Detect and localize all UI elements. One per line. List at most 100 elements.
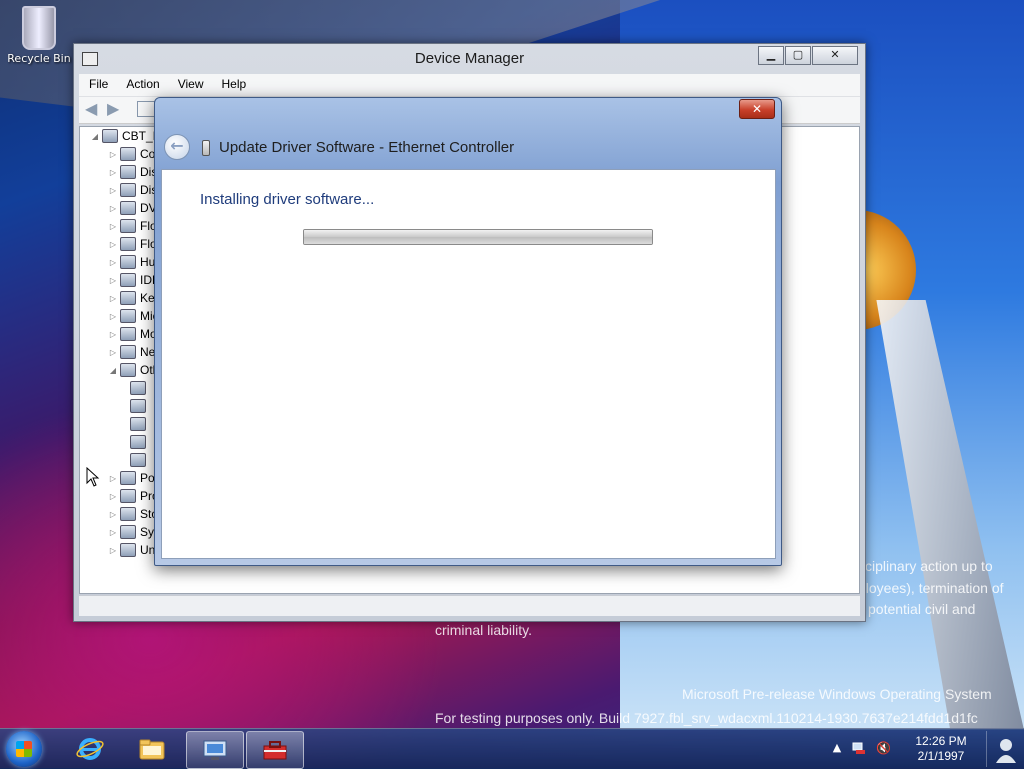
back-button[interactable]: ← xyxy=(164,134,190,160)
device-category-icon xyxy=(120,327,136,341)
tree-item[interactable]: ▷ Sys xyxy=(108,523,160,541)
menu-view[interactable]: View xyxy=(168,74,212,91)
clock[interactable]: 12:26 PM 2/1/1997 xyxy=(901,734,981,764)
status-bar xyxy=(79,595,860,616)
tree-item[interactable]: ▷ Key xyxy=(108,289,161,307)
tree-item[interactable]: ▷ Uni xyxy=(108,541,158,559)
recycle-bin-shortcut[interactable]: Recycle Bin xyxy=(6,6,72,65)
recycle-bin-label: Recycle Bin xyxy=(7,52,71,65)
unknown-device-icon xyxy=(130,399,146,413)
maximize-button[interactable]: ▢ xyxy=(785,46,811,65)
unknown-device-icon xyxy=(130,435,146,449)
menu-bar: File Action View Help xyxy=(79,74,860,97)
tree-root[interactable]: ◢ CBT_I xyxy=(90,127,156,145)
taskbar-internet-explorer[interactable] xyxy=(62,731,118,767)
forward-arrow-icon[interactable]: ▶ xyxy=(107,101,125,117)
computer-icon xyxy=(102,129,118,143)
windows-logo-icon xyxy=(16,741,32,757)
tree-item[interactable]: ▷ Dis xyxy=(108,181,157,199)
menu-action[interactable]: Action xyxy=(116,74,167,91)
device-category-icon xyxy=(120,489,136,503)
watermark-line-3: potential civil and xyxy=(868,601,976,617)
tree-child-item[interactable] xyxy=(128,433,150,451)
device-category-icon xyxy=(120,201,136,215)
mouse-cursor-icon xyxy=(86,467,100,487)
tree-item[interactable]: ▷ Flo xyxy=(108,217,157,235)
device-category-icon xyxy=(120,363,136,377)
device-category-icon xyxy=(120,237,136,251)
show-desktop-button[interactable] xyxy=(986,731,1023,767)
taskbar-file-explorer[interactable] xyxy=(124,731,180,767)
tree-item[interactable]: ▷ IDE xyxy=(108,271,160,289)
tree-item[interactable]: ▷ Net xyxy=(108,343,159,361)
watermark-line-4: criminal liability. xyxy=(435,622,532,638)
show-hidden-icons-button[interactable]: ▲ xyxy=(830,741,844,755)
toolbox-icon xyxy=(263,741,287,760)
start-button[interactable] xyxy=(6,731,42,767)
device-category-icon xyxy=(120,165,136,179)
tree-item[interactable]: ▷ Hu xyxy=(108,253,155,271)
internet-explorer-icon xyxy=(76,738,104,760)
os-build-line-2: For testing purposes only. Build 7927.fb… xyxy=(435,710,978,726)
unknown-device-icon xyxy=(130,381,146,395)
device-category-icon xyxy=(120,345,136,359)
device-icon xyxy=(202,140,210,156)
device-category-icon xyxy=(120,291,136,305)
update-driver-dialog: ✕ ← Update Driver Software - Ethernet Co… xyxy=(154,97,782,566)
device-category-icon xyxy=(120,507,136,521)
device-category-icon xyxy=(120,525,136,539)
tree-child-item[interactable] xyxy=(128,451,150,469)
volume-muted-icon[interactable]: 🔇 xyxy=(876,741,891,755)
device-category-icon xyxy=(120,183,136,197)
collapse-icon[interactable]: ◢ xyxy=(90,132,100,141)
folder-icon xyxy=(139,739,165,760)
tree-item[interactable]: ▷ Mo xyxy=(108,325,157,343)
device-manager-icon xyxy=(203,740,227,760)
tree-item[interactable]: ▷ Co xyxy=(108,145,155,163)
clock-time: 12:26 PM xyxy=(915,734,967,748)
device-category-icon xyxy=(120,147,136,161)
os-build-line-1: Microsoft Pre-release Windows Operating … xyxy=(682,686,992,702)
tree-child-item[interactable] xyxy=(128,415,150,433)
taskbar: ▲ 🔇 12:26 PM 2/1/1997 xyxy=(0,728,1024,769)
tree-item[interactable]: ▷ Flo xyxy=(108,235,157,253)
network-icon[interactable] xyxy=(852,741,866,755)
watermark-line-2: ployees), termination of xyxy=(858,580,1004,596)
tree-item[interactable]: ▷ Dis xyxy=(108,163,157,181)
tree-item[interactable]: ◢ Oth xyxy=(108,361,159,379)
tree-item[interactable]: ▷ Sto xyxy=(108,505,158,523)
dialog-body: Installing driver software... xyxy=(161,169,776,559)
tree-item[interactable]: ▷ Por xyxy=(108,469,159,487)
progress-fill xyxy=(304,230,652,244)
show-hide-tree-icon[interactable] xyxy=(137,101,155,117)
install-status-text: Installing driver software... xyxy=(200,191,375,208)
tree-child-item[interactable] xyxy=(128,379,150,397)
back-arrow-icon[interactable]: ◀ xyxy=(85,101,103,117)
taskbar-device-manager[interactable] xyxy=(186,731,244,769)
recycle-bin-icon xyxy=(22,6,56,50)
device-manager-title: Device Manager xyxy=(414,50,525,67)
device-category-icon xyxy=(120,255,136,269)
device-category-icon xyxy=(120,309,136,323)
device-category-icon xyxy=(120,543,136,557)
tree-item[interactable]: ▷ Mic xyxy=(108,307,159,325)
tree-item[interactable]: ▷ Pro xyxy=(108,487,159,505)
device-category-icon xyxy=(120,273,136,287)
menu-file[interactable]: File xyxy=(79,74,116,91)
clock-date: 2/1/1997 xyxy=(917,749,965,763)
unknown-device-icon xyxy=(130,453,146,467)
watermark-line-1: sciplinary action up to xyxy=(858,558,993,574)
minimize-button[interactable]: ▁ xyxy=(758,46,784,65)
taskbar-update-driver[interactable] xyxy=(246,731,304,769)
install-progress-bar xyxy=(303,229,653,245)
unknown-device-icon xyxy=(130,417,146,431)
user-icon xyxy=(996,739,1016,763)
dialog-close-button[interactable]: ✕ xyxy=(739,99,775,119)
tree-child-item[interactable] xyxy=(128,397,150,415)
device-category-icon xyxy=(120,471,136,485)
dialog-title: Update Driver Software - Ethernet Contro… xyxy=(219,139,515,156)
device-category-icon xyxy=(120,219,136,233)
menu-help[interactable]: Help xyxy=(212,74,255,91)
system-tray: ▲ 🔇 12:26 PM 2/1/1997 xyxy=(824,729,1024,769)
close-button[interactable]: ✕ xyxy=(812,46,858,65)
